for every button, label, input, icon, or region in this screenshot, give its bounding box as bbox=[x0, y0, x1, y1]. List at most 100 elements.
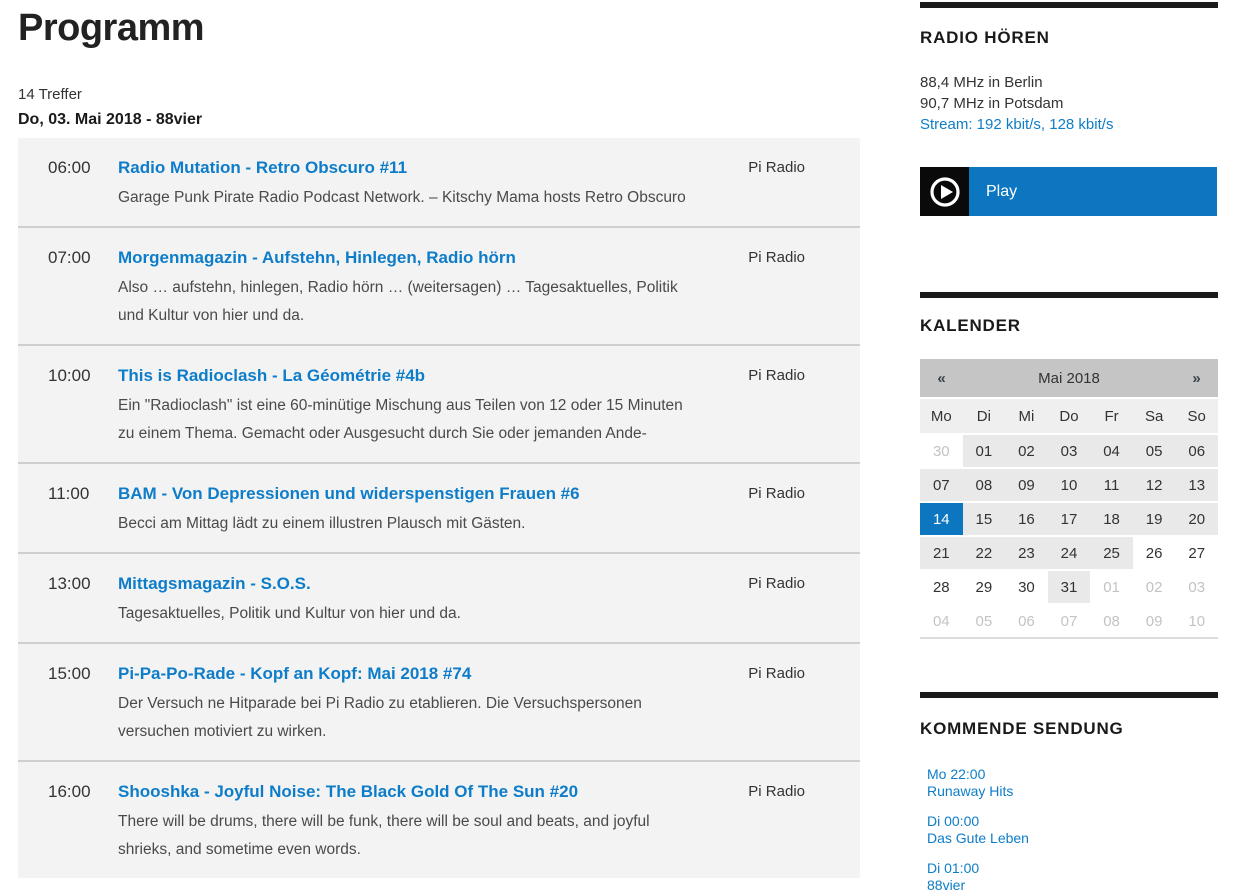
upcoming-show-link[interactable]: Mo 22:00 Runaway Hits bbox=[927, 766, 1029, 800]
program-time: 10:00 bbox=[18, 364, 118, 388]
program-time: 13:00 bbox=[18, 572, 118, 596]
calendar-weekday: Sa bbox=[1133, 399, 1176, 433]
program-description: Garage Punk Pirate Radio Podcast Network… bbox=[118, 184, 686, 212]
calendar-day-cell[interactable]: 24 bbox=[1048, 537, 1091, 569]
calendar-day-cell[interactable]: 23 bbox=[1005, 537, 1048, 569]
program-time: 11:00 bbox=[18, 482, 118, 506]
calendar-day-cell[interactable]: 05 bbox=[963, 605, 1006, 637]
play-button[interactable]: Play bbox=[920, 167, 1217, 216]
upcoming-show-name: Runaway Hits bbox=[927, 783, 1029, 800]
stream-line: Stream: 192 kbit/s, 128 kbit/s bbox=[920, 114, 1113, 135]
calendar-day-cell[interactable]: 08 bbox=[963, 469, 1006, 501]
calendar-day-cell[interactable]: 03 bbox=[1175, 571, 1218, 603]
calendar-day-cell[interactable]: 07 bbox=[920, 469, 963, 501]
calendar-grid: Mo Di Mi Do Fr Sa So 30 01 02 03 bbox=[920, 399, 1218, 639]
program-title-link[interactable]: Morgenmagazin - Aufstehn, Hinlegen, Radi… bbox=[118, 246, 686, 270]
program-title-link[interactable]: BAM - Von Depressionen und widerspenstig… bbox=[118, 482, 686, 506]
calendar-day-cell[interactable]: 07 bbox=[1048, 605, 1091, 637]
calendar-day-cell[interactable]: 15 bbox=[963, 503, 1006, 535]
calendar-day-cell[interactable]: 02 bbox=[1005, 435, 1048, 467]
calendar-day-cell[interactable]: 11 bbox=[1090, 469, 1133, 501]
program-time: 07:00 bbox=[18, 246, 118, 270]
calendar-day-cell[interactable]: 17 bbox=[1048, 503, 1091, 535]
program-title-link[interactable]: Mittagsmagazin - S.O.S. bbox=[118, 572, 686, 596]
program-row: 16:00 Shooshka - Joyful Noise: The Black… bbox=[18, 760, 860, 878]
main-content: Programm 14 Treffer Do, 03. Mai 2018 - 8… bbox=[18, 0, 860, 50]
calendar-day-cell[interactable]: 20 bbox=[1175, 503, 1218, 535]
program-body: This is Radioclash - La Géométrie #4b Ei… bbox=[118, 364, 686, 448]
program-description: There will be drums, there will be funk,… bbox=[118, 808, 686, 864]
calendar-day-cell[interactable]: 02 bbox=[1133, 571, 1176, 603]
program-row: 10:00 This is Radioclash - La Géométrie … bbox=[18, 344, 860, 462]
program-station-label: Pi Radio bbox=[748, 364, 805, 388]
program-station-label: Pi Radio bbox=[748, 662, 805, 686]
upcoming-show-time: Di 01:00 bbox=[927, 860, 1029, 877]
calendar-day-cell[interactable]: 26 bbox=[1133, 537, 1176, 569]
program-title-link[interactable]: Radio Mutation - Retro Obscuro #11 bbox=[118, 156, 686, 180]
calendar-day-cell[interactable]: 04 bbox=[1090, 435, 1133, 467]
calendar-day-cell[interactable]: 05 bbox=[1133, 435, 1176, 467]
calendar-day-cell[interactable]: 06 bbox=[1005, 605, 1048, 637]
calendar-day-cell[interactable]: 21 bbox=[920, 537, 963, 569]
program-body: BAM - Von Depressionen und widerspenstig… bbox=[118, 482, 686, 538]
calendar-day-cell[interactable]: 01 bbox=[1090, 571, 1133, 603]
program-title-link[interactable]: Pi-Pa-Po-Rade - Kopf an Kopf: Mai 2018 #… bbox=[118, 662, 686, 686]
calendar-day-cell[interactable]: 22 bbox=[963, 537, 1006, 569]
upcoming-show-name: 88vier bbox=[927, 877, 1029, 890]
calendar-weekday: Mo bbox=[920, 399, 963, 433]
calendar-day-cell[interactable]: 03 bbox=[1048, 435, 1091, 467]
program-station-label: Pi Radio bbox=[748, 482, 805, 506]
calendar-day-cell[interactable]: 18 bbox=[1090, 503, 1133, 535]
calendar-day-cell[interactable]: 14 bbox=[920, 503, 963, 535]
program-title-link[interactable]: This is Radioclash - La Géométrie #4b bbox=[118, 364, 686, 388]
program-body: Radio Mutation - Retro Obscuro #11 Garag… bbox=[118, 156, 686, 212]
calendar-day-cell[interactable]: 19 bbox=[1133, 503, 1176, 535]
stream-link-128[interactable]: 128 kbit/s bbox=[1049, 116, 1113, 133]
calendar-day-cell[interactable]: 30 bbox=[1005, 571, 1048, 603]
calendar-next-icon[interactable]: » bbox=[1175, 370, 1218, 387]
calendar-day-cell[interactable]: 12 bbox=[1133, 469, 1176, 501]
calendar-day-cell[interactable]: 16 bbox=[1005, 503, 1048, 535]
calendar-day-cell[interactable]: 31 bbox=[1048, 571, 1091, 603]
stream-link-192[interactable]: Stream: 192 kbit/s bbox=[920, 116, 1041, 133]
calendar-day-cell[interactable]: 28 bbox=[920, 571, 963, 603]
frequency-line: 90,7 MHz in Potsdam bbox=[920, 93, 1113, 114]
calendar-day-cell[interactable]: 30 bbox=[920, 435, 963, 467]
program-description: Also … aufstehn, hinlegen, Radio hörn … … bbox=[118, 274, 686, 330]
program-body: Pi-Pa-Po-Rade - Kopf an Kopf: Mai 2018 #… bbox=[118, 662, 686, 746]
program-station-label: Pi Radio bbox=[748, 246, 805, 270]
upcoming-show-link[interactable]: Di 01:00 88vier bbox=[927, 860, 1029, 890]
calendar-day-cell[interactable]: 09 bbox=[1005, 469, 1048, 501]
program-time: 06:00 bbox=[18, 156, 118, 180]
program-body: Morgenmagazin - Aufstehn, Hinlegen, Radi… bbox=[118, 246, 686, 330]
calendar-day-cell[interactable]: 09 bbox=[1133, 605, 1176, 637]
program-station-label: Pi Radio bbox=[748, 572, 805, 596]
calendar-day-cell[interactable]: 27 bbox=[1175, 537, 1218, 569]
radio-listen-heading: RADIO HÖREN bbox=[920, 28, 1050, 48]
program-time: 16:00 bbox=[18, 780, 118, 804]
program-time: 15:00 bbox=[18, 662, 118, 686]
upcoming-show-name: Das Gute Leben bbox=[927, 830, 1029, 847]
program-station-label: Pi Radio bbox=[748, 156, 805, 180]
calendar-day-cell[interactable]: 13 bbox=[1175, 469, 1218, 501]
upcoming-show-link[interactable]: Di 00:00 Das Gute Leben bbox=[927, 813, 1029, 847]
calendar-day-cell[interactable]: 25 bbox=[1090, 537, 1133, 569]
upcoming-show-time: Di 00:00 bbox=[927, 813, 1029, 830]
calendar-day-cell[interactable]: 01 bbox=[963, 435, 1006, 467]
section-divider bbox=[920, 292, 1218, 298]
calendar-weekday: Do bbox=[1048, 399, 1091, 433]
calendar-day-cell[interactable]: 04 bbox=[920, 605, 963, 637]
calendar-day-cell[interactable]: 06 bbox=[1175, 435, 1218, 467]
calendar-weekday: Fr bbox=[1090, 399, 1133, 433]
calendar-prev-icon[interactable]: « bbox=[920, 370, 963, 387]
calendar-day-cell[interactable]: 29 bbox=[963, 571, 1006, 603]
calendar-day-cell[interactable]: 10 bbox=[1175, 605, 1218, 637]
program-row: 06:00 Radio Mutation - Retro Obscuro #11… bbox=[18, 138, 860, 226]
calendar-day-cell[interactable]: 08 bbox=[1090, 605, 1133, 637]
calendar-day-cell[interactable]: 10 bbox=[1048, 469, 1091, 501]
program-description: Der Versuch ne Hitparade bei Pi Radio zu… bbox=[118, 690, 686, 746]
program-title-link[interactable]: Shooshka - Joyful Noise: The Black Gold … bbox=[118, 780, 686, 804]
program-body: Shooshka - Joyful Noise: The Black Gold … bbox=[118, 780, 686, 864]
play-button-label: Play bbox=[969, 167, 1217, 216]
calendar-weekday: Mi bbox=[1005, 399, 1048, 433]
